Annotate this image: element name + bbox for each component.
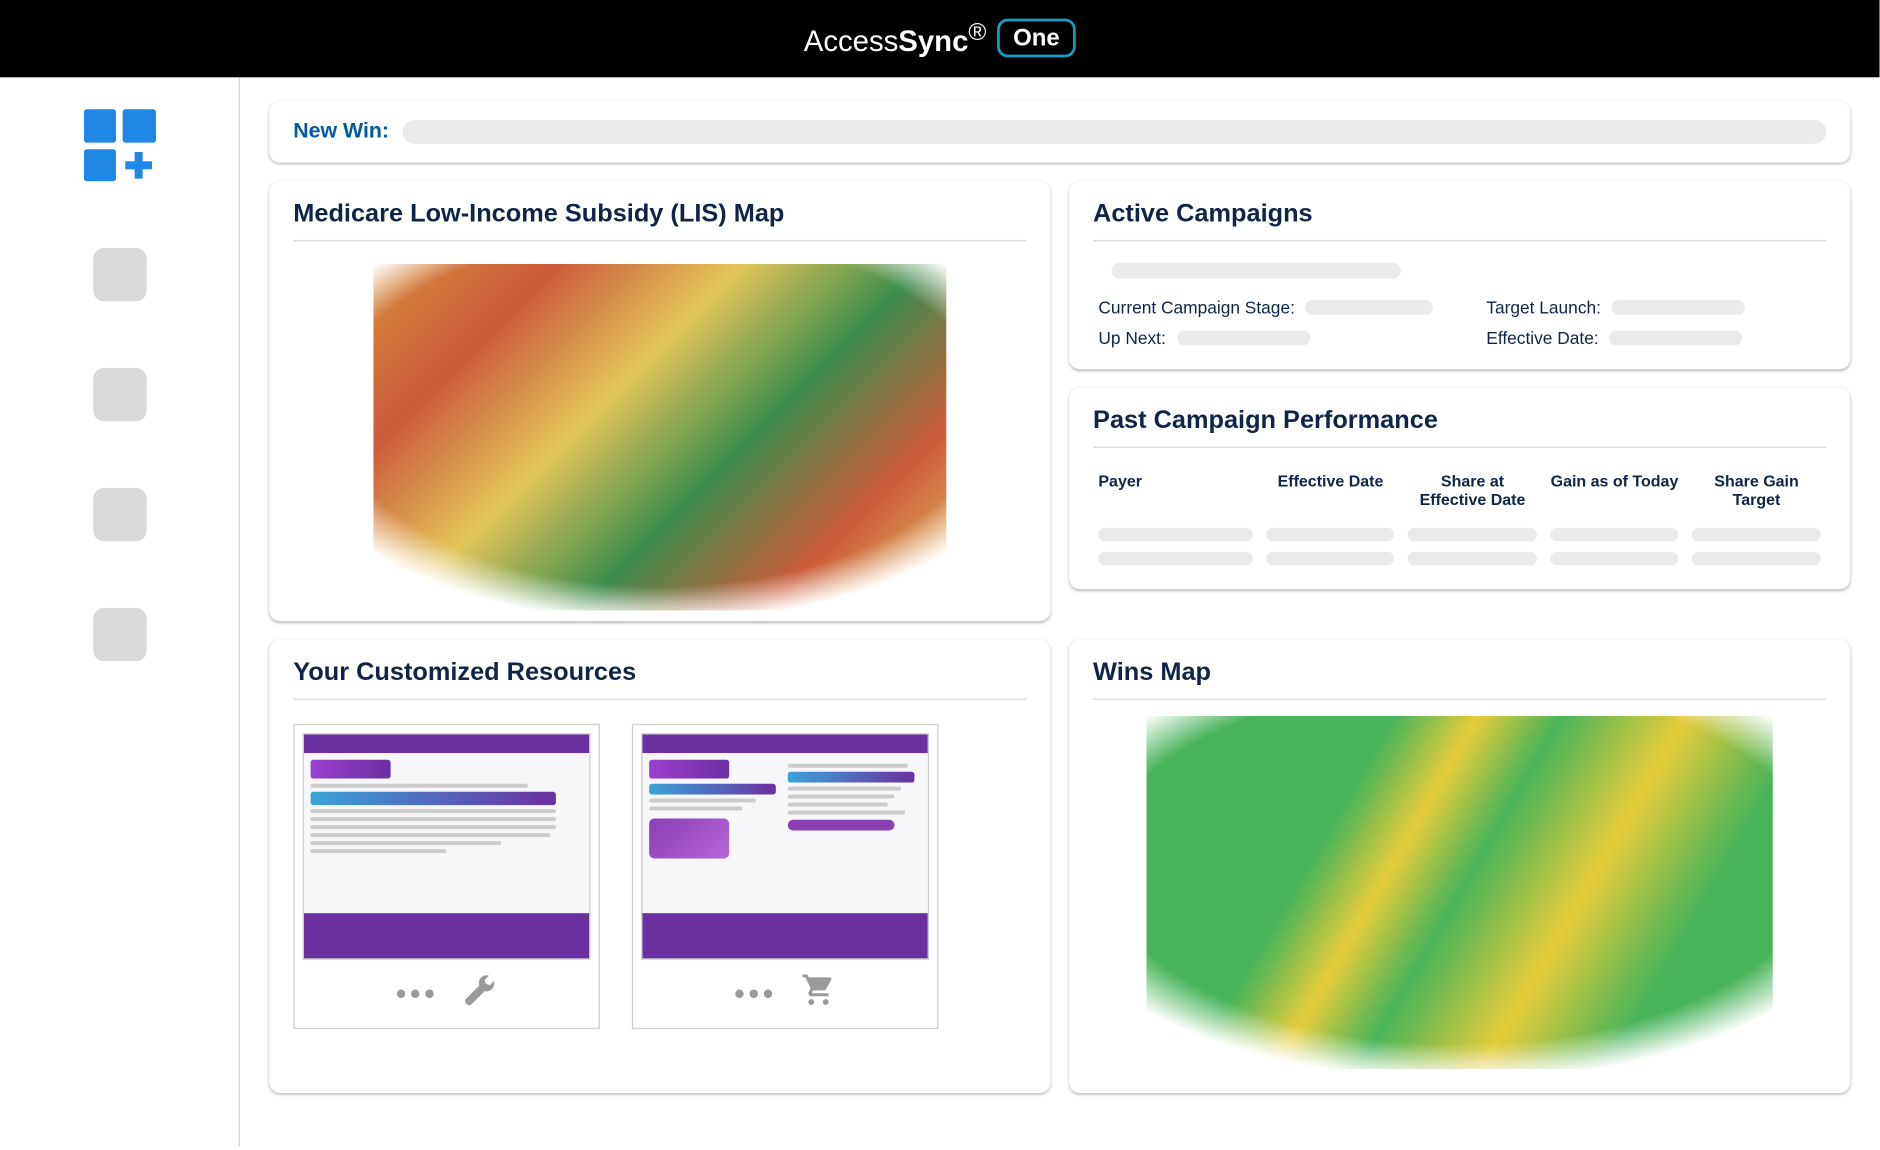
col-share-at-effective: Share at Effective Date bbox=[1408, 472, 1537, 509]
brand-text-2: Sync bbox=[898, 25, 968, 58]
app-header: AccessSync® One bbox=[0, 0, 1880, 77]
resources-title: Your Customized Resources bbox=[293, 659, 1026, 688]
target-launch-value-skeleton bbox=[1612, 300, 1745, 315]
dashboard-add-icon[interactable] bbox=[83, 109, 155, 181]
past-performance-title: Past Campaign Performance bbox=[1093, 407, 1826, 436]
brand-suffix: One bbox=[997, 19, 1076, 58]
sidebar-item-2[interactable] bbox=[93, 368, 146, 421]
us-choropleth-map-icon[interactable] bbox=[373, 264, 946, 611]
sidebar-item-4[interactable] bbox=[93, 608, 146, 661]
sidebar-item-3[interactable] bbox=[93, 488, 146, 541]
resource-thumbnail bbox=[303, 733, 591, 960]
col-effective-date: Effective Date bbox=[1266, 472, 1395, 509]
wins-map-card: Wins Map bbox=[1069, 640, 1850, 1093]
lis-map-title: Medicare Low-Income Subsidy (LIS) Map bbox=[293, 200, 1026, 229]
up-next-label: Up Next: bbox=[1098, 328, 1165, 348]
new-win-label: New Win: bbox=[293, 120, 389, 144]
resource-thumbnail bbox=[641, 733, 929, 960]
wins-map-title: Wins Map bbox=[1093, 659, 1826, 688]
up-next-value-skeleton bbox=[1176, 331, 1309, 346]
past-performance-card: Past Campaign Performance Payer Effectiv… bbox=[1069, 388, 1850, 589]
col-share-gain-target: Share Gain Target bbox=[1692, 472, 1821, 509]
sidebar-item-1[interactable] bbox=[93, 248, 146, 301]
table-row bbox=[1093, 523, 1826, 547]
current-stage-label: Current Campaign Stage: bbox=[1098, 297, 1295, 317]
resource-item-1[interactable]: ••• bbox=[293, 724, 600, 1029]
new-win-value-skeleton bbox=[402, 120, 1826, 144]
effective-date-label: Effective Date: bbox=[1486, 328, 1598, 348]
active-campaigns-card: Active Campaigns Current Campaign Stage: bbox=[1069, 181, 1850, 369]
more-options-icon[interactable]: ••• bbox=[396, 976, 439, 1011]
col-payer: Payer bbox=[1098, 472, 1252, 509]
new-win-bar: New Win: bbox=[269, 101, 1850, 162]
sidebar bbox=[0, 77, 240, 1146]
brand-logo: AccessSync® One bbox=[804, 18, 1076, 60]
cart-icon[interactable] bbox=[801, 973, 836, 1014]
active-campaigns-title: Active Campaigns bbox=[1093, 200, 1826, 229]
table-row bbox=[1093, 547, 1826, 571]
main-content: New Win: Medicare Low-Income Subsidy (LI… bbox=[240, 77, 1880, 1146]
active-campaign-name-skeleton bbox=[1112, 263, 1401, 279]
past-table-header: Payer Effective Date Share at Effective … bbox=[1093, 464, 1826, 523]
current-stage-value-skeleton bbox=[1306, 300, 1433, 315]
more-options-icon[interactable]: ••• bbox=[734, 976, 777, 1011]
us-states-map-icon[interactable] bbox=[1146, 716, 1773, 1069]
lis-map-card: Medicare Low-Income Subsidy (LIS) Map bbox=[269, 181, 1050, 621]
brand-text-1: Access bbox=[804, 25, 899, 58]
wrench-icon[interactable] bbox=[463, 973, 498, 1014]
resource-item-2[interactable]: ••• bbox=[632, 724, 939, 1029]
resources-card: Your Customized Resources bbox=[269, 640, 1050, 1093]
col-gain-today: Gain as of Today bbox=[1550, 472, 1679, 509]
target-launch-label: Target Launch: bbox=[1486, 297, 1601, 317]
effective-date-value-skeleton bbox=[1609, 331, 1742, 346]
